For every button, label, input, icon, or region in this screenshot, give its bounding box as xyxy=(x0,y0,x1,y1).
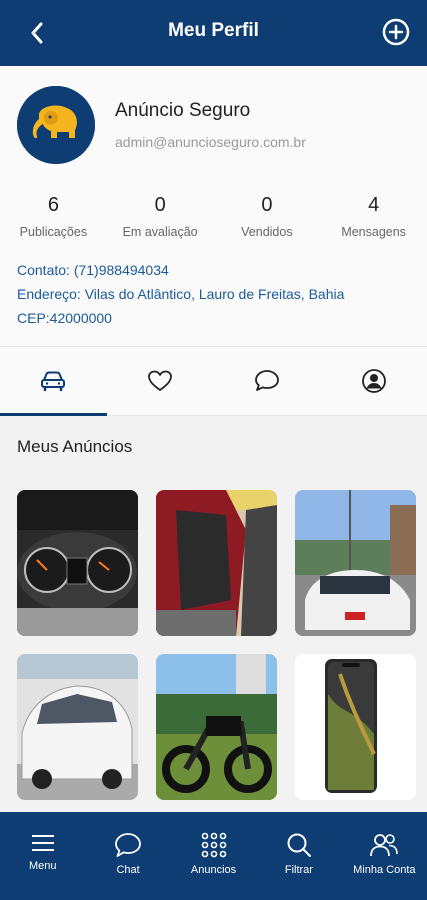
menu-icon xyxy=(31,835,54,851)
motorcycle-photo xyxy=(156,654,277,800)
stat-value: 0 xyxy=(261,194,273,216)
page-title: Meu Perfil xyxy=(168,20,259,41)
ad-thumbnail[interactable] xyxy=(295,654,416,800)
ad-thumbnail[interactable] xyxy=(17,490,138,636)
tab-perfil[interactable] xyxy=(320,347,427,415)
tab-meus-anuncios[interactable] xyxy=(0,347,107,416)
section-title: Meus Anúncios xyxy=(17,437,133,456)
profile-tabs xyxy=(0,346,427,416)
stat-value: 0 xyxy=(154,194,166,216)
nav-filtrar[interactable]: Filtrar xyxy=(256,812,341,900)
ad-thumbnail[interactable] xyxy=(156,490,277,636)
nav-label: Anuncios xyxy=(190,864,237,876)
heart-icon xyxy=(148,370,173,391)
smartphone-photo xyxy=(295,654,416,800)
contact-address: Endereço: Vilas do Atlântico, Lauro de F… xyxy=(17,286,345,302)
bottom-nav: Menu Chat Anuncios Filtrar Minha Conta xyxy=(0,812,427,900)
stat-em-avaliacao[interactable]: 0 Em avaliação xyxy=(107,194,214,239)
white-hatchback-photo xyxy=(17,654,138,800)
stat-vendidos[interactable]: 0 Vendidos xyxy=(214,194,321,239)
stat-mensagens[interactable]: 4 Mensagens xyxy=(320,194,427,239)
stat-label: Em avaliação xyxy=(122,225,198,239)
app-header: Meu Perfil xyxy=(0,0,427,66)
ad-thumbnail[interactable] xyxy=(295,490,416,636)
stat-label: Mensagens xyxy=(341,225,406,239)
ads-grid xyxy=(17,490,417,800)
nav-anuncios[interactable]: Anuncios xyxy=(171,812,256,900)
nav-minha-conta[interactable]: Minha Conta xyxy=(342,812,427,900)
nav-label: Menu xyxy=(28,860,57,872)
chat-icon xyxy=(115,833,142,857)
contact-info: Contato: (71)988494034 Endereço: Vilas d… xyxy=(17,258,344,330)
nav-label: Minha Conta xyxy=(353,864,416,876)
ad-thumbnail[interactable] xyxy=(156,654,277,800)
stat-value: 4 xyxy=(368,194,380,216)
nav-label: Filtrar xyxy=(284,864,313,876)
elephant-logo-icon xyxy=(17,86,95,164)
stat-label: Vendidos xyxy=(241,225,293,239)
dashboard-photo xyxy=(17,490,138,636)
grid-icon xyxy=(201,832,226,858)
profile-name: Anúncio Seguro xyxy=(115,100,251,121)
tab-mensagens[interactable] xyxy=(214,347,321,415)
profile-card: Anúncio Seguro admin@anuncioseguro.com.b… xyxy=(0,66,427,346)
ad-thumbnail[interactable] xyxy=(17,654,138,800)
car-icon xyxy=(41,371,66,392)
contact-phone[interactable]: Contato: (71)988494034 xyxy=(17,258,344,282)
tab-favoritos[interactable] xyxy=(107,347,214,415)
stats-row: 6 Publicações 0 Em avaliação 0 Vendidos … xyxy=(0,194,427,239)
stat-value: 6 xyxy=(47,194,59,216)
contact-cep: CEP:42000000 xyxy=(17,310,112,326)
search-icon xyxy=(287,833,311,857)
nav-label: Chat xyxy=(116,864,140,876)
chat-bubbles-icon xyxy=(254,370,279,391)
users-icon xyxy=(370,834,399,857)
add-button[interactable] xyxy=(381,17,411,47)
nav-menu[interactable]: Menu xyxy=(0,812,85,900)
profile-email: admin@anuncioseguro.com.br xyxy=(115,134,306,150)
avatar xyxy=(17,86,95,164)
red-car-interior-photo xyxy=(156,490,277,636)
user-circle-icon xyxy=(361,369,386,393)
nav-chat[interactable]: Chat xyxy=(85,812,170,900)
stat-publicacoes[interactable]: 6 Publicações xyxy=(0,194,107,239)
stat-label: Publicações xyxy=(19,225,88,239)
plus-circle-icon xyxy=(382,18,410,46)
white-sedan-photo xyxy=(295,490,416,636)
